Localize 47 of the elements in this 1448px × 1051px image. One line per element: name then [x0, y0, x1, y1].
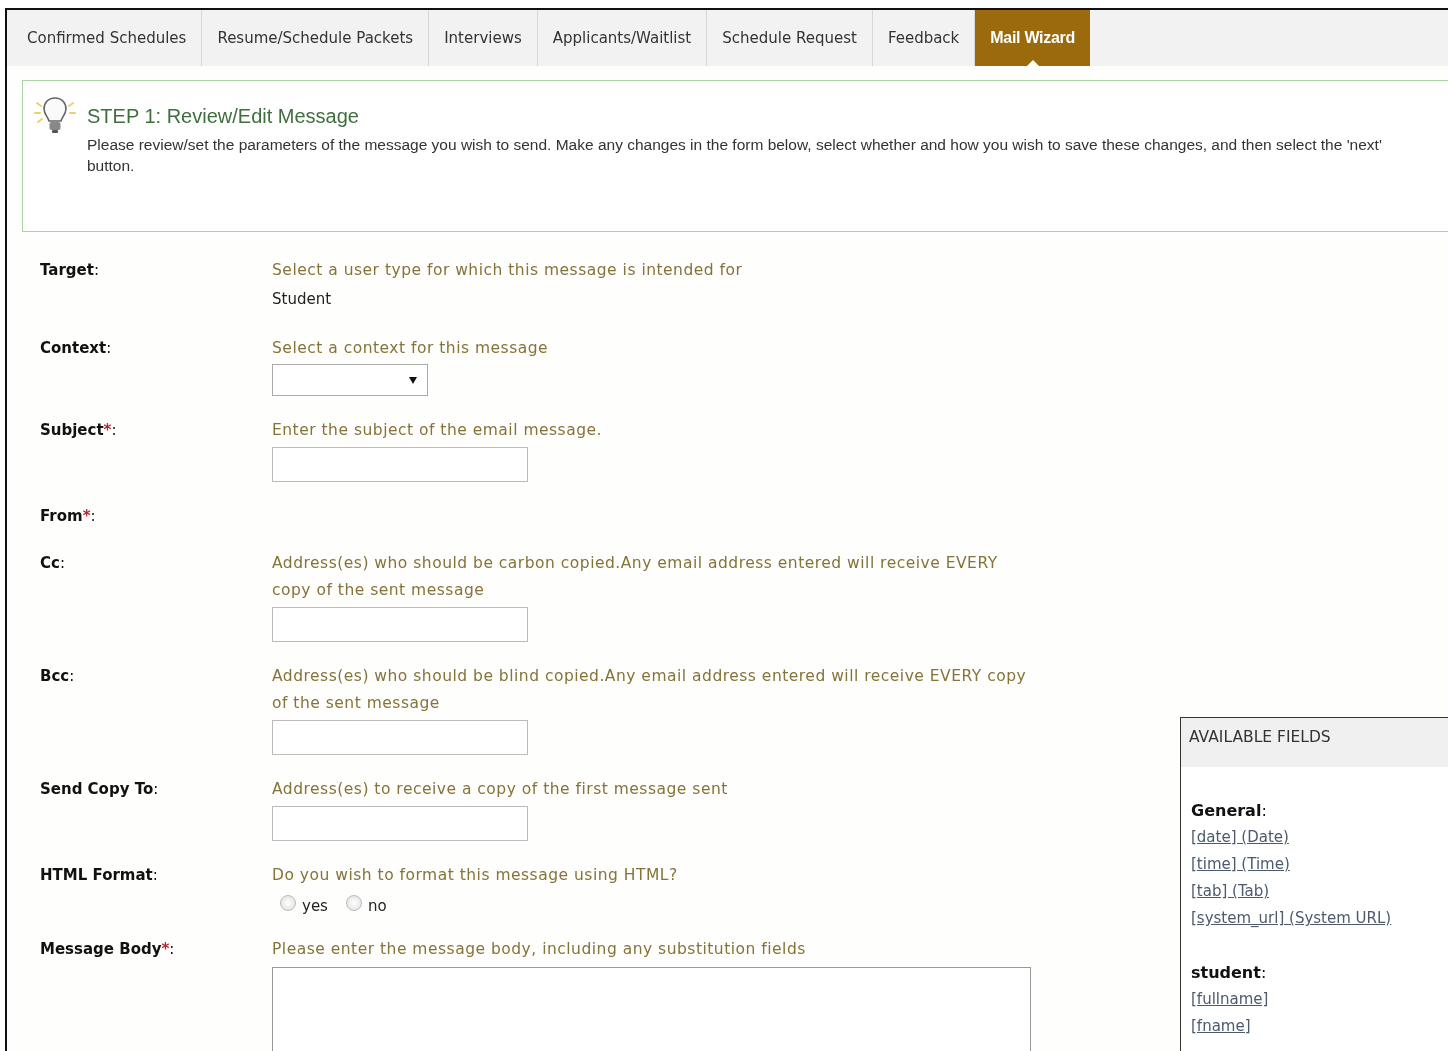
step-instructions: Please review/set the parameters of the message you wish to send. Make any changes in the form below, select whether and how you wish to save these changes, and then select the 'next' button. — [87, 135, 1383, 176]
field-hint: Address(es) to receive a copy of the first message sent — [272, 779, 729, 800]
group-heading: student: — [1191, 962, 1268, 984]
step-title: STEP 1: Review/Edit Message — [87, 105, 360, 128]
field-hint: Select a context for this message — [272, 338, 550, 359]
field-hint: Select a user type for which this message is intended for — [272, 260, 744, 281]
input-field[interactable] — [272, 720, 528, 755]
panel-title: AVAILABLE FIELDS — [1181, 718, 1448, 767]
field-label: From*: — [40, 506, 97, 527]
field-label: Send Copy To: — [40, 779, 160, 800]
field-label: Subject*: — [40, 420, 118, 441]
context-dropdown[interactable] — [272, 364, 428, 396]
group-heading: General: — [1191, 800, 1268, 822]
field-value: Student — [272, 289, 333, 310]
lightbulb-icon — [33, 95, 77, 135]
tab[interactable]: Schedule Request — [707, 10, 873, 66]
field-label: Bcc: — [40, 666, 76, 687]
tab[interactable]: Interviews — [429, 10, 538, 66]
field-label: Message Body*: — [40, 939, 176, 960]
tab[interactable]: Mail Wizard — [975, 10, 1090, 66]
tab[interactable]: Applicants/Waitlist — [537, 10, 708, 66]
radio-label: no — [367, 897, 387, 915]
field-hint: Address(es) who should be blind copied.Any email address entered will receive EVERY copy of the sent message — [272, 666, 1028, 714]
radio-button[interactable] — [345, 895, 362, 911]
field-link[interactable]: [time] (Time) — [1191, 851, 1290, 878]
field-link[interactable]: [fname] — [1191, 1013, 1251, 1040]
input-field[interactable] — [272, 447, 528, 482]
field-link[interactable]: [fullname] — [1191, 986, 1269, 1013]
input-field[interactable] — [272, 607, 528, 642]
field-label: Context: — [40, 338, 113, 359]
field-hint: Please enter the message body, including any substitution fields — [272, 939, 807, 960]
field-link[interactable]: [date] (Date) — [1191, 824, 1289, 851]
tab[interactable]: Resume/Schedule Packets — [202, 10, 430, 66]
input-field[interactable] — [272, 806, 528, 841]
field-hint: Enter the subject of the email message. — [272, 420, 603, 441]
tab[interactable]: Confirmed Schedules — [12, 10, 203, 66]
field-label: Cc: — [40, 553, 66, 574]
field-link[interactable]: [system_url] (System URL) — [1191, 905, 1392, 932]
caret-icon — [409, 376, 417, 384]
field-label: Target: — [40, 260, 100, 281]
field-link[interactable]: [tab] (Tab) — [1191, 878, 1270, 905]
radio-label: yes — [302, 897, 328, 915]
radio-button[interactable] — [280, 895, 296, 911]
message-body-field[interactable] — [272, 967, 1031, 1051]
field-hint: Address(es) who should be carbon copied.Any email address entered will receive EVERY copy of the sent message — [272, 553, 999, 601]
field-label: HTML Format: — [40, 865, 159, 886]
field-hint: Do you wish to format this message using HTML? — [272, 865, 679, 886]
